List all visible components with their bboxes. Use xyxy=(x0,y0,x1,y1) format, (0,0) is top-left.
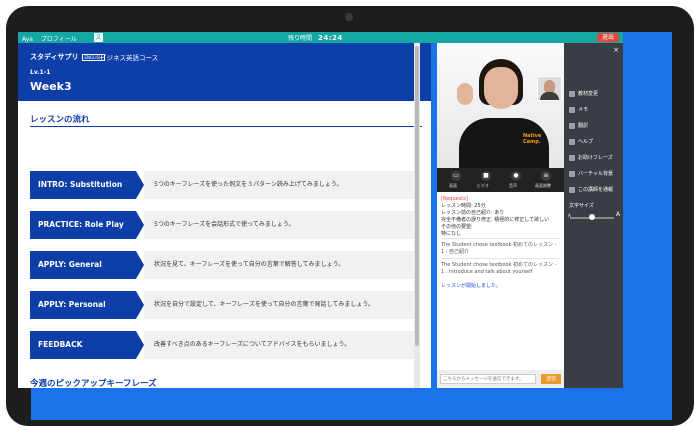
chat-separator xyxy=(441,238,560,239)
menu-label: お助けフレーズ xyxy=(578,155,613,161)
background-icon xyxy=(569,170,575,177)
menu-item-report[interactable]: この講師を通報 xyxy=(569,185,613,195)
book-icon xyxy=(569,90,575,97)
lesson-started-message: レッスンが開始しました。 xyxy=(441,283,502,289)
step-label: FEEDBACK xyxy=(30,331,136,359)
video-icon[interactable]: ■ xyxy=(481,171,491,181)
chat-separator xyxy=(441,258,560,259)
topbar-user: Aya xyxy=(22,36,33,43)
font-size-knob[interactable] xyxy=(589,214,595,220)
phrase-icon xyxy=(569,154,575,161)
control-label: 音声 xyxy=(509,183,517,188)
student-body xyxy=(540,92,559,100)
brand-name: スタディサプリ xyxy=(30,53,79,61)
close-icon[interactable]: × xyxy=(613,46,619,54)
lesson-flow-title: レッスンの流れ xyxy=(30,115,90,125)
exit-button[interactable]: 退出 xyxy=(596,33,619,42)
request-line: 完全不備者の誤り修正: 積極的に修正して欲しい xyxy=(441,217,550,223)
menu-label: この講師を通報 xyxy=(578,187,614,193)
step-desc: 状況を自分で設定して、キーフレーズを使って自分の言葉で発話してみましょう。 xyxy=(144,291,420,319)
chat-input[interactable] xyxy=(440,374,536,384)
mic-icon[interactable]: ● xyxy=(511,171,521,181)
translate-icon[interactable]: 文 xyxy=(94,33,103,42)
step-intro: INTRO: Substitution 5つのキーフレーズを使った例文を３パター… xyxy=(30,171,420,199)
student-video xyxy=(537,76,562,101)
week-title: Week3 xyxy=(30,80,72,93)
step-label: PRACTICE: Role Play xyxy=(30,211,136,239)
tutor-hand xyxy=(457,83,473,105)
webcam-dot xyxy=(345,13,353,21)
course-title: ビジネス英語コース xyxy=(100,54,159,62)
system-message: The Student chose textbook 初めてのレッスン - 1 … xyxy=(441,242,557,255)
top-bar: Aya プロフィール 文 残り時間 24:24 退出 xyxy=(18,32,623,43)
font-large-icon: A xyxy=(616,211,621,218)
menu-label: 翻訳 xyxy=(578,123,589,129)
timer-label: 残り時間 xyxy=(288,35,313,42)
topbar-left: Aya プロフィール xyxy=(22,34,83,43)
textbook-header: スタディサプリ ENGLISH ビジネス英語コース Lv.1-1 Week3 xyxy=(18,43,431,101)
menu-item-memo[interactable]: メモ xyxy=(569,105,588,115)
request-line: その他の要望: xyxy=(441,224,473,230)
lesson-timer: 残り時間 24:24 xyxy=(288,33,343,42)
menu-item-change-textbook[interactable]: 教材変更 xyxy=(569,89,598,99)
request-label: [Requests] xyxy=(441,196,468,202)
control-label: ビデオ xyxy=(477,183,489,188)
menu-label: バーチャル背景 xyxy=(578,171,613,177)
translate-icon xyxy=(569,122,575,129)
step-desc: 5つのキーフレーズを使った例文を３パターン読み上げてみましょう。 xyxy=(144,171,420,199)
step-arrow xyxy=(136,211,144,239)
step-practice: PRACTICE: Role Play 5つのキーフレーズを会話形式で使ってみま… xyxy=(30,211,420,239)
tutor-video: Native Camp. xyxy=(437,43,564,168)
flag-icon xyxy=(569,186,575,193)
textbook-panel: スタディサプリ ENGLISH ビジネス英語コース Lv.1-1 Week3 レッ… xyxy=(18,43,431,388)
step-apply-general: APPLY: General 状況を見て、キーフレーズを使って自分の言葉で解答し… xyxy=(30,251,420,279)
step-desc: 状況を見て、キーフレーズを使って自分の言葉で解答してみましょう。 xyxy=(144,251,420,279)
video-controls: ▭ ■ ● ≡ 画面 ビデオ 音声 画面調整 xyxy=(437,168,564,192)
level-label: Lv.1-1 xyxy=(30,69,51,76)
request-line: レッスン時間: 25分 xyxy=(441,203,486,209)
brand-logo: スタディサプリ ENGLISH xyxy=(30,52,106,62)
menu-item-help[interactable]: ヘルプ xyxy=(569,137,593,147)
screen-icon[interactable]: ▭ xyxy=(451,171,461,181)
step-arrow xyxy=(136,251,144,279)
chat-panel: [Requests] レッスン時間: 25分 レッスン前の自己紹介: あり 完全… xyxy=(437,192,564,370)
menu-label: メモ xyxy=(578,107,589,113)
step-label: APPLY: Personal xyxy=(30,291,136,319)
send-button[interactable]: 送信 xyxy=(541,374,561,384)
step-feedback: FEEDBACK 改善すべき点のあるキーフレーズについてアドバイスをもらいましょ… xyxy=(30,331,420,359)
step-arrow xyxy=(136,291,144,319)
font-size-label: 文字サイズ xyxy=(569,203,594,209)
step-desc: 改善すべき点のあるキーフレーズについてアドバイスをもらいましょう。 xyxy=(144,331,420,359)
request-line: 特になし xyxy=(441,231,462,237)
request-line: レッスン前の自己紹介: あり xyxy=(441,210,505,216)
memo-icon xyxy=(569,106,575,113)
adjust-icon[interactable]: ≡ xyxy=(541,171,551,181)
topbar-info[interactable]: プロフィール xyxy=(41,36,77,43)
step-label: APPLY: General xyxy=(30,251,136,279)
shirt-logo: Native Camp. xyxy=(523,133,542,145)
help-icon xyxy=(569,138,575,145)
control-label: 画面調整 xyxy=(535,183,551,188)
step-arrow xyxy=(136,171,144,199)
pickup-title: 今週のピックアップキーフレーズ xyxy=(30,379,157,388)
step-apply-personal: APPLY: Personal 状況を自分で設定して、キーフレーズを使って自分の… xyxy=(30,291,420,319)
menu-item-translate[interactable]: 翻訳 xyxy=(569,121,588,131)
chat-input-area: 送信 xyxy=(437,370,564,388)
step-desc: 5つのキーフレーズを会話形式で使ってみましょう。 xyxy=(144,211,420,239)
request-message: [Requests] レッスン時間: 25分 レッスン前の自己紹介: あり 完全… xyxy=(441,196,560,238)
timer-value: 24:24 xyxy=(318,34,343,42)
step-label: INTRO: Substitution xyxy=(30,171,136,199)
scrollbar-thumb[interactable] xyxy=(415,46,419,346)
divider xyxy=(30,126,422,127)
menu-label: ヘルプ xyxy=(578,139,594,145)
menu-item-virtual-bg[interactable]: バーチャル背景 xyxy=(569,169,613,179)
step-arrow xyxy=(136,331,144,359)
side-menu: × 教材変更 メモ 翻訳 ヘルプ お助けフレーズ バーチャル背景 この講師を通報… xyxy=(564,43,623,388)
control-label: 画面 xyxy=(449,183,457,188)
tutor-face xyxy=(484,67,518,109)
menu-item-phrases[interactable]: お助けフレーズ xyxy=(569,153,613,163)
menu-label: 教材変更 xyxy=(578,91,599,97)
system-message: The Student chose textbook 初めてのレッスン - 1 … xyxy=(441,262,557,275)
